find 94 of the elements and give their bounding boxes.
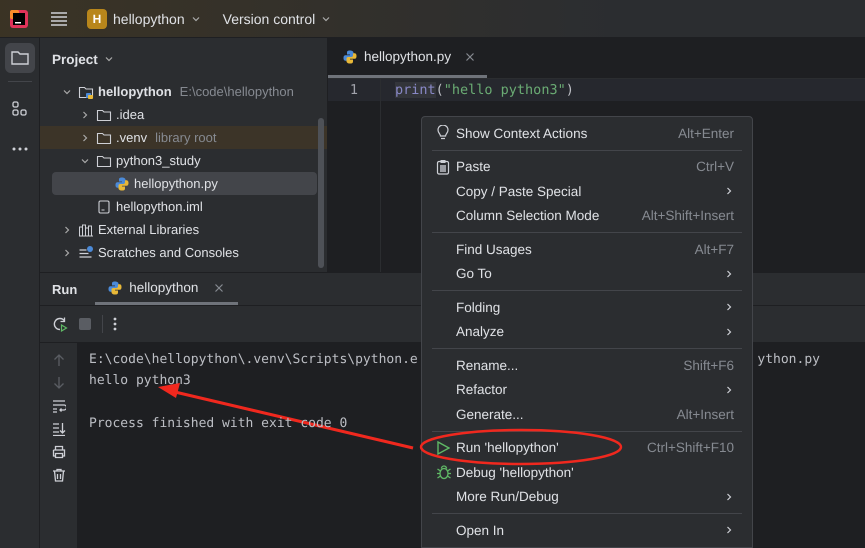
- menu-item[interactable]: Copy / Paste Special: [428, 179, 746, 204]
- menu-item-label: Refactor: [456, 382, 508, 398]
- scrollbar[interactable]: [318, 118, 324, 268]
- menu-item[interactable]: Go To: [428, 262, 746, 286]
- shortcut-text: Alt+F7: [694, 242, 734, 257]
- app-logo-icon: [10, 10, 28, 28]
- lightbulb-icon: [436, 125, 450, 142]
- line-number: 1: [348, 82, 360, 98]
- tree-item-hint: E:\code\hellopython: [180, 84, 294, 99]
- rerun-icon[interactable]: [52, 316, 68, 332]
- shortcut-text: Alt+Insert: [676, 406, 734, 422]
- menu-item-label: Column Selection Mode: [456, 208, 600, 224]
- play-icon: [436, 440, 450, 456]
- menu-item[interactable]: Refactor: [428, 378, 746, 402]
- python-file-icon: [342, 48, 358, 64]
- tree-item[interactable]: .idea: [52, 103, 317, 126]
- shortcut-text: Ctrl+V: [696, 159, 734, 174]
- console-line: hello python3: [89, 373, 191, 388]
- menu-item[interactable]: Folding: [428, 295, 746, 320]
- trash-icon[interactable]: [52, 468, 66, 482]
- panel-title[interactable]: Project: [52, 52, 98, 66]
- menu-item[interactable]: Run 'hellopython' Ctrl+Shift+F10: [428, 436, 746, 460]
- menu-item-label: Rename...: [456, 358, 520, 373]
- tree-item-label: External Libraries: [98, 222, 200, 237]
- tree-item-label: hellopython.iml: [116, 199, 203, 214]
- python-file-icon: [114, 176, 130, 192]
- project-name: hellopython: [113, 10, 185, 26]
- structure-icon: [10, 100, 28, 118]
- menu-item-label: Debug 'hellopython': [456, 464, 575, 480]
- project-switcher[interactable]: H hellopython: [81, 4, 207, 32]
- tree-item-label: hellopython.py: [134, 176, 218, 191]
- menu-item[interactable]: Show Context Actions Alt+Enter: [428, 121, 746, 146]
- tree-item-label: .venv: [116, 130, 148, 145]
- printer-icon[interactable]: [52, 445, 66, 459]
- project-badge: H: [87, 8, 107, 28]
- tree-item[interactable]: Scratches and Consoles: [52, 241, 317, 264]
- menu-item-label: Analyze: [456, 324, 506, 340]
- bug-icon: [436, 464, 452, 480]
- tree-item-label: Scratches and Consoles: [98, 245, 239, 260]
- libraries-icon: [78, 222, 94, 238]
- menu-item[interactable]: Rename... Shift+F6: [428, 353, 746, 378]
- more-icon: [10, 146, 28, 152]
- menu-item[interactable]: Column Selection Mode Alt+Shift+Insert: [428, 204, 746, 228]
- chevron-right-icon[interactable]: [80, 110, 90, 120]
- soft-wrap-icon[interactable]: [52, 399, 66, 413]
- shortcut-text: Ctrl+Shift+F10: [646, 440, 734, 456]
- menu-item-label: Show Context Actions: [456, 126, 588, 141]
- tree-item[interactable]: External Libraries: [52, 218, 317, 241]
- tree-item[interactable]: python3_study: [52, 149, 317, 172]
- tool-window-button[interactable]: [4, 43, 34, 73]
- console-line: ython.py: [757, 352, 821, 367]
- shortcut-text: Alt+Shift+Insert: [642, 208, 734, 224]
- version-control-menu[interactable]: Version control: [216, 6, 338, 30]
- scroll-to-end-icon[interactable]: [52, 422, 66, 436]
- menu-item[interactable]: Paste Ctrl+V: [428, 154, 746, 179]
- menu-item-label: Generate...: [456, 406, 525, 422]
- console-line: E:\code\hellopython\.venv\Scripts\python.e: [89, 352, 418, 367]
- clipboard-icon: [436, 158, 450, 175]
- menu-item-label: More Run/Debug: [456, 489, 560, 504]
- file-icon: [96, 198, 112, 214]
- menu-item-label: Folding: [456, 300, 502, 315]
- tree-item-label: hellopython: [98, 84, 172, 99]
- menu-item[interactable]: More Run/Debug: [428, 484, 746, 509]
- menu-item-label: Copy / Paste Special: [456, 184, 582, 199]
- chevron-right-icon[interactable]: [62, 248, 72, 258]
- python-file-icon: [107, 280, 124, 296]
- menu-item-label: Run 'hellopython': [456, 440, 560, 456]
- run-tab[interactable]: hellopython: [95, 273, 238, 305]
- chevron-down-icon: [104, 54, 114, 64]
- menu-item[interactable]: Analyze: [428, 320, 746, 344]
- menu-item-label: Go To: [456, 266, 493, 282]
- menu-item[interactable]: Generate... Alt+Insert: [428, 402, 746, 426]
- menu-item[interactable]: Find Usages Alt+F7: [428, 237, 746, 262]
- kebab-menu-icon[interactable]: [113, 317, 117, 331]
- tree-item[interactable]: hellopython.py: [52, 172, 317, 195]
- main-menu-icon[interactable]: [50, 10, 68, 26]
- tree-item[interactable]: .venv library root: [40, 126, 327, 149]
- menu-item[interactable]: Debug 'hellopython': [428, 460, 746, 484]
- menu-item[interactable]: Open In: [428, 518, 746, 542]
- menu-item-label: Find Usages: [456, 242, 533, 257]
- shortcut-text: Shift+F6: [683, 358, 734, 373]
- tree-item[interactable]: hellopython.iml: [52, 195, 317, 218]
- menu-item-label: Paste: [456, 159, 492, 174]
- chevron-right-icon[interactable]: [62, 224, 72, 234]
- tree-item-hint: library root: [155, 130, 216, 145]
- menu-item-label: Open In: [456, 522, 506, 538]
- tree-item-label: python3_study: [116, 153, 201, 168]
- tree-item-label: .idea: [116, 107, 144, 122]
- tree-item[interactable]: hellopython E:\code\hellopython: [52, 80, 317, 103]
- panel-title: Run: [51, 280, 78, 298]
- code-line: print("hello python3"): [380, 79, 574, 101]
- shortcut-text: Alt+Enter: [678, 126, 734, 141]
- chevron-right-icon[interactable]: [80, 132, 90, 142]
- scratches-icon: [78, 244, 94, 260]
